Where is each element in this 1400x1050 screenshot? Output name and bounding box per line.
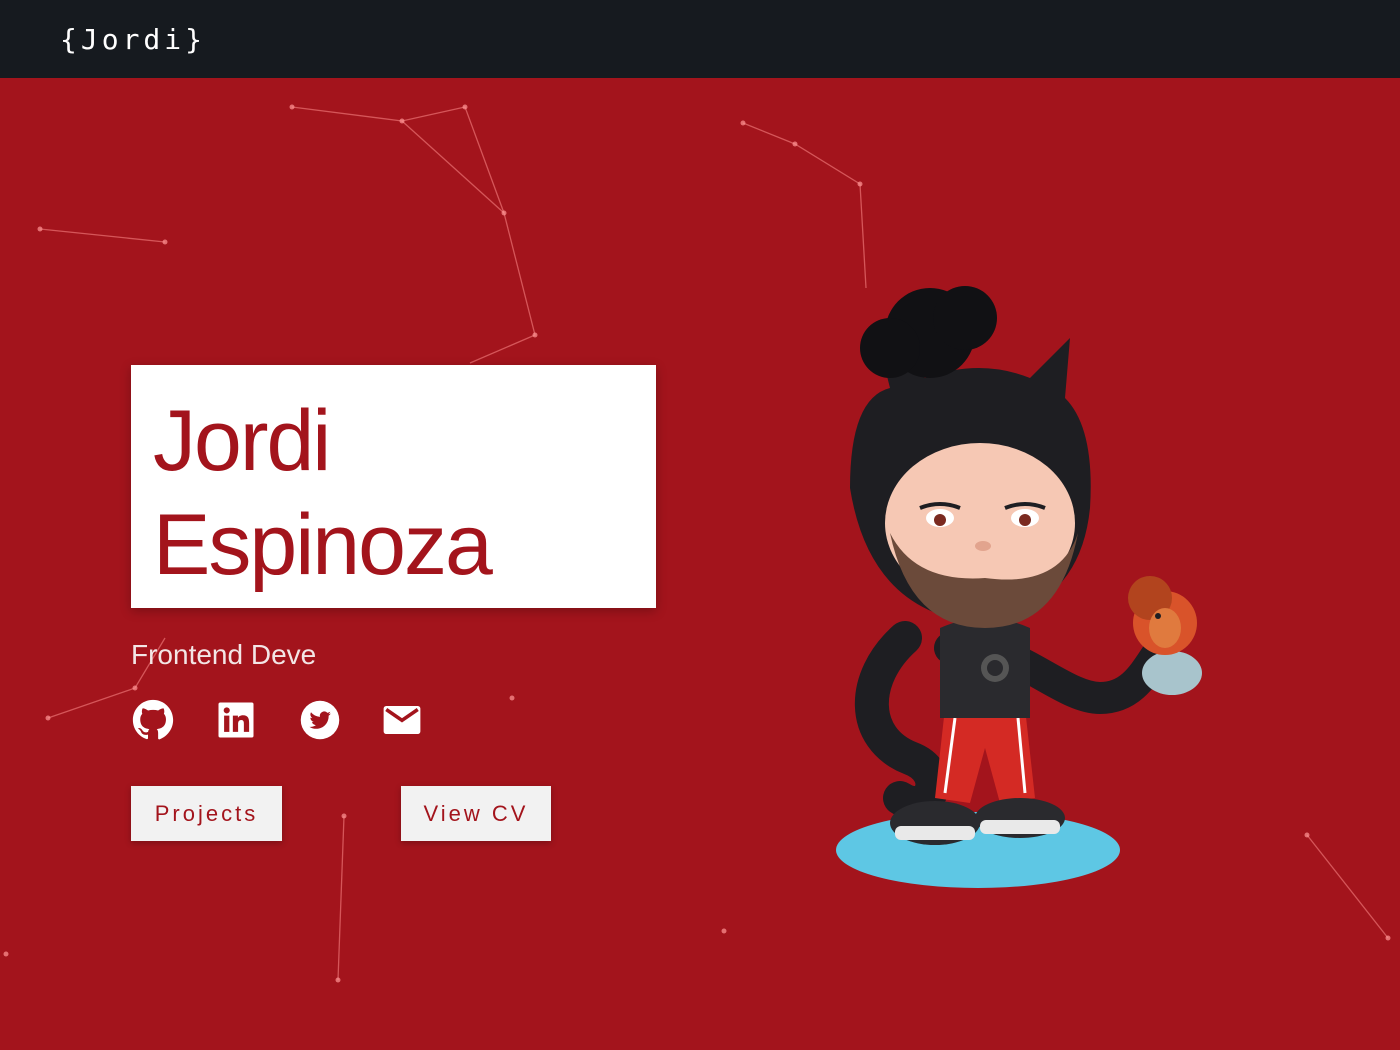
top-navbar: {Jordi} — [0, 0, 1400, 78]
twitter-link[interactable] — [299, 699, 341, 741]
linkedin-link[interactable] — [215, 699, 257, 741]
email-link[interactable] — [381, 699, 423, 741]
octocat-avatar-illustration — [836, 286, 1202, 888]
role-subtitle: Frontend Deve — [131, 639, 317, 670]
mail-icon — [383, 706, 421, 734]
projects-button[interactable]: Projects — [131, 786, 282, 841]
github-icon — [132, 699, 174, 740]
name-card: Jordi Espinoza — [131, 365, 656, 608]
linkedin-icon — [218, 702, 254, 738]
github-link[interactable] — [132, 699, 174, 741]
view-cv-button[interactable]: View CV — [401, 786, 551, 841]
site-logo[interactable]: {Jordi} — [60, 20, 206, 60]
name-last: Espinoza — [153, 497, 493, 593]
twitter-icon — [300, 700, 340, 740]
name-first: Jordi — [153, 393, 331, 489]
hero-section: Jordi Espinoza Frontend Deve Projects Vi… — [0, 78, 1400, 1050]
